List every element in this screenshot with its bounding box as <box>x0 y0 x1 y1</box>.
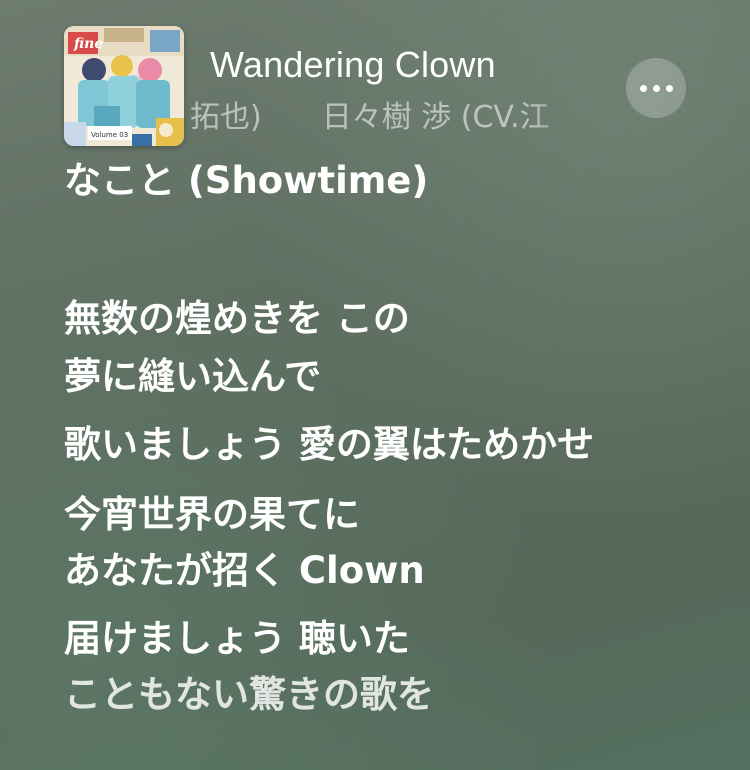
lyric-line[interactable]: 届けましょう 聴いた <box>64 608 410 670</box>
artist-line: 拓也) 日々樹 渉 (CV.江 <box>190 100 550 132</box>
now-playing-header: fine Volume 03 Wandering Clown 拓也) 日々樹 渉… <box>0 0 750 160</box>
svg-text:Volume 03: Volume 03 <box>91 131 128 139</box>
lyric-line[interactable]: 無数の煌めきを この <box>64 288 410 350</box>
ellipsis-icon <box>652 84 660 92</box>
ellipsis-icon <box>665 84 673 92</box>
lyrics-screen: fine Volume 03 Wandering Clown 拓也) 日々樹 渉… <box>0 0 750 770</box>
lyric-line[interactable]: あなたが招く Clown <box>64 540 425 602</box>
svg-text:fine: fine <box>73 36 103 52</box>
lyric-line-previous[interactable]: なこと (Showtime) <box>64 150 428 212</box>
track-title[interactable]: Wandering Clown <box>210 44 496 86</box>
lyric-line[interactable]: 夢に縫い込んで <box>64 346 321 408</box>
lyric-line[interactable]: 歌いましょう 愛の翼はためかせ <box>64 414 594 476</box>
lyric-line[interactable]: 今宵世界の果てに <box>64 484 360 546</box>
album-art[interactable]: fine Volume 03 <box>64 26 184 146</box>
ellipsis-icon <box>639 84 647 92</box>
lyric-line[interactable]: こともない驚きの歌を <box>64 664 434 726</box>
album-cover-image: fine Volume 03 <box>64 26 184 146</box>
more-options-button[interactable] <box>626 58 686 118</box>
artist-marquee[interactable]: 拓也) 日々樹 渉 (CV.江 <box>190 86 578 132</box>
